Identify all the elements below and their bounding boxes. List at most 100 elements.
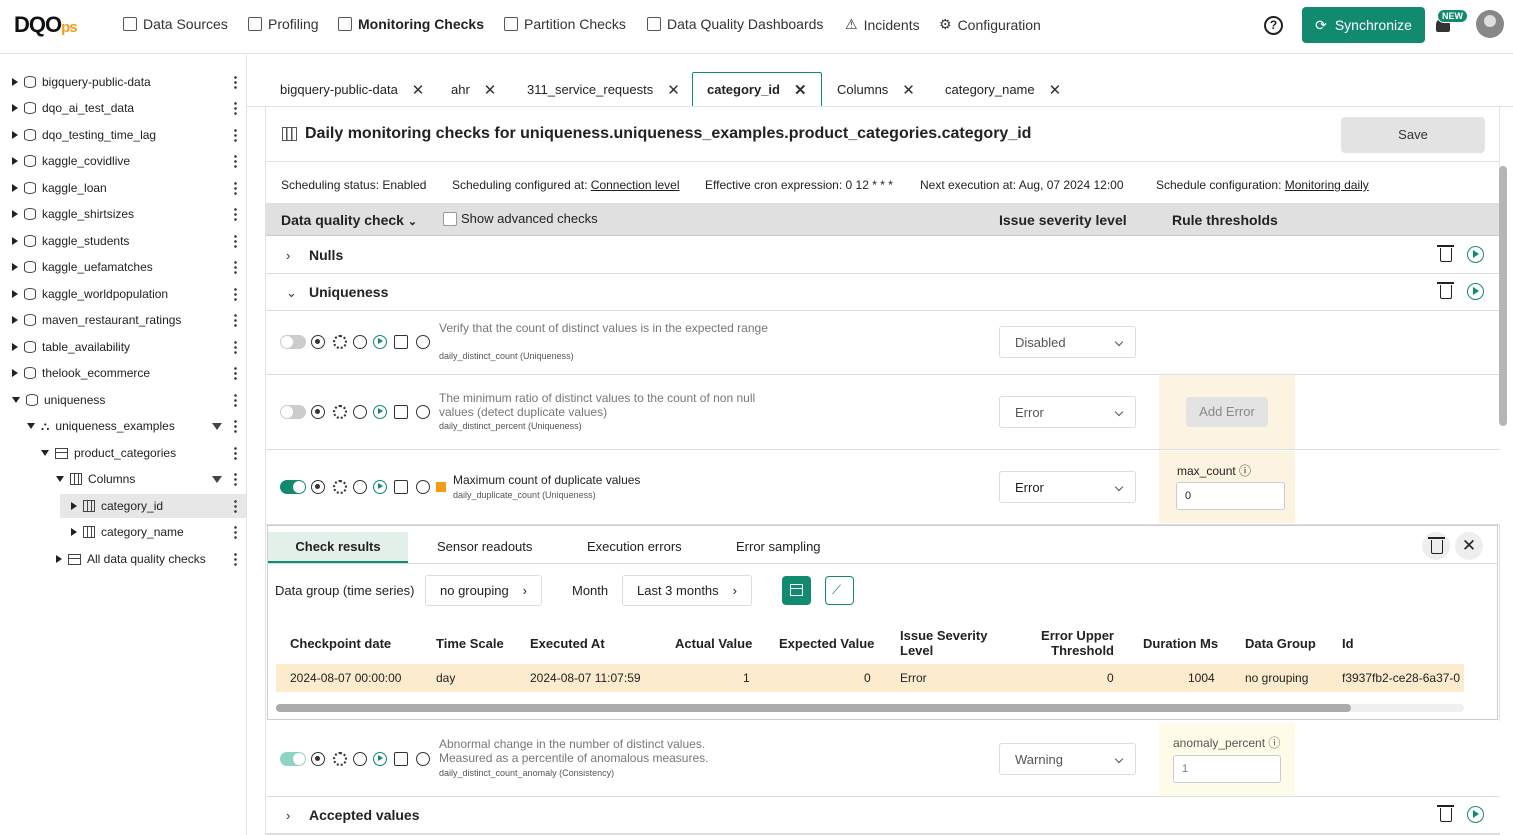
filter-icon[interactable] xyxy=(212,476,222,483)
settings-icon[interactable] xyxy=(333,480,347,494)
kebab-menu-icon[interactable] xyxy=(234,287,237,301)
kebab-menu-icon[interactable] xyxy=(234,128,237,142)
kebab-menu-icon[interactable] xyxy=(234,207,237,221)
expand-icon[interactable] xyxy=(12,343,18,351)
expand-icon[interactable] xyxy=(12,104,18,112)
nav-monitoring-checks[interactable]: Monitoring Checks xyxy=(338,16,484,32)
tree-item[interactable]: dqo_testing_time_lag xyxy=(12,125,156,145)
tree-item[interactable]: kaggle_uefamatches xyxy=(12,257,153,277)
tree-item[interactable]: ⛬ uniqueness_examples xyxy=(27,416,175,436)
kebab-menu-icon[interactable] xyxy=(234,552,237,566)
schedule-icon[interactable] xyxy=(353,480,367,494)
nav-data-sources[interactable]: Data Sources xyxy=(123,16,228,32)
tab-sensor-readouts[interactable]: Sensor readouts xyxy=(437,539,532,554)
check-enable-toggle[interactable] xyxy=(280,480,306,494)
nav-partition-checks[interactable]: Partition Checks xyxy=(504,16,626,32)
add-error-button[interactable]: Add Error xyxy=(1186,397,1268,427)
connection-level-link[interactable]: Connection level xyxy=(591,178,680,192)
tab-execution-errors[interactable]: Execution errors xyxy=(587,539,682,554)
kebab-menu-icon[interactable] xyxy=(234,446,237,460)
close-icon[interactable]: ✕ xyxy=(412,81,425,99)
settings-icon[interactable] xyxy=(333,335,347,349)
filter-icon[interactable] xyxy=(212,423,222,430)
tree-item[interactable]: Columns xyxy=(56,469,135,489)
chevron-down-icon[interactable]: ⌄ xyxy=(286,285,297,301)
tree-item[interactable]: uniqueness xyxy=(12,390,105,410)
horizontal-scrollbar-thumb[interactable] xyxy=(276,704,1351,712)
nav-incidents[interactable]: ⚠ Incidents xyxy=(845,16,920,33)
tree-item[interactable]: kaggle_students xyxy=(12,231,129,251)
chevron-right-icon[interactable]: › xyxy=(286,248,290,263)
kebab-menu-icon[interactable] xyxy=(234,260,237,274)
nav-configuration[interactable]: ⚙ Configuration xyxy=(939,16,1041,33)
tab-check-results[interactable]: Check results xyxy=(268,532,408,563)
table-view-button[interactable] xyxy=(782,576,811,605)
data-quality-check-header[interactable]: Data quality check ⌄ xyxy=(281,212,417,228)
kebab-menu-icon[interactable] xyxy=(234,499,237,513)
severity-select[interactable]: Disabled xyxy=(999,326,1136,358)
run-check-icon[interactable] xyxy=(373,480,387,494)
expand-icon[interactable] xyxy=(12,210,18,218)
tree-item[interactable]: kaggle_loan xyxy=(12,178,107,198)
tree-item[interactable]: dqo_ai_test_data xyxy=(12,98,134,118)
collapse-icon[interactable] xyxy=(41,450,49,456)
kebab-menu-icon[interactable] xyxy=(234,75,237,89)
run-check-icon[interactable] xyxy=(373,405,387,419)
results-icon[interactable] xyxy=(394,335,408,349)
close-icon[interactable]: ✕ xyxy=(667,81,680,99)
settings-icon[interactable] xyxy=(333,405,347,419)
max-count-input[interactable]: 0 xyxy=(1176,482,1285,510)
target-icon[interactable] xyxy=(311,335,325,349)
run-icon[interactable] xyxy=(1467,246,1484,263)
kebab-menu-icon[interactable] xyxy=(234,313,237,327)
chevron-right-icon[interactable]: › xyxy=(286,808,290,823)
collapse-icon[interactable] xyxy=(12,397,20,403)
info-icon[interactable] xyxy=(416,405,430,419)
tree-item[interactable]: All data quality checks xyxy=(56,549,206,569)
expand-icon[interactable] xyxy=(56,555,62,563)
severity-select[interactable]: Error xyxy=(999,396,1136,428)
info-icon[interactable] xyxy=(416,480,430,494)
schedule-icon[interactable] xyxy=(353,752,367,766)
avatar[interactable] xyxy=(1476,10,1504,38)
tab-error-sampling[interactable]: Error sampling xyxy=(736,539,821,554)
tree-item[interactable]: product_categories xyxy=(41,443,176,463)
info-icon[interactable] xyxy=(416,335,430,349)
collapse-icon[interactable] xyxy=(56,476,64,482)
monitoring-daily-link[interactable]: Monitoring daily xyxy=(1285,178,1369,192)
tree-item[interactable]: thelook_ecommerce xyxy=(12,363,150,383)
results-icon[interactable] xyxy=(394,752,408,766)
close-icon[interactable]: ✕ xyxy=(484,81,497,99)
group-uniqueness[interactable]: ⌄ Uniqueness xyxy=(266,274,1500,311)
delete-icon[interactable] xyxy=(1437,245,1454,262)
month-select[interactable]: Last 3 months › xyxy=(622,575,752,606)
info-icon[interactable] xyxy=(416,752,430,766)
check-enable-toggle[interactable] xyxy=(280,752,306,766)
target-icon[interactable] xyxy=(311,480,325,494)
tab-ahr[interactable]: ahr ✕ xyxy=(437,72,510,107)
dqops-logo[interactable]: DQOps xyxy=(14,12,78,38)
expand-icon[interactable] xyxy=(12,237,18,245)
nav-profiling[interactable]: Profiling xyxy=(248,16,319,32)
tree-item[interactable]: category_id xyxy=(71,496,163,516)
close-icon[interactable]: ✕ xyxy=(1455,532,1483,560)
delete-icon[interactable] xyxy=(1428,537,1445,554)
settings-icon[interactable] xyxy=(333,752,347,766)
nav-dashboards[interactable]: Data Quality Dashboards xyxy=(647,16,823,32)
kebab-menu-icon[interactable] xyxy=(234,525,237,539)
kebab-menu-icon[interactable] xyxy=(234,234,237,248)
tree-item[interactable]: bigquery-public-data xyxy=(12,72,151,92)
kebab-menu-icon[interactable] xyxy=(234,419,237,433)
expand-icon[interactable] xyxy=(71,528,77,536)
synchronize-button[interactable]: ⟳ Synchronize xyxy=(1302,7,1425,43)
expand-icon[interactable] xyxy=(71,502,77,510)
schedule-icon[interactable] xyxy=(353,335,367,349)
tree-item[interactable]: category_name xyxy=(71,522,184,542)
tab-category-id[interactable]: category_id ✕ xyxy=(692,72,822,107)
severity-select[interactable]: Warning xyxy=(999,743,1136,775)
chart-view-button[interactable]: ⟋ xyxy=(825,576,854,605)
kebab-menu-icon[interactable] xyxy=(234,472,237,486)
anomaly-percent-input[interactable]: 1 xyxy=(1173,755,1281,783)
kebab-menu-icon[interactable] xyxy=(234,366,237,380)
save-button[interactable]: Save xyxy=(1341,117,1485,153)
